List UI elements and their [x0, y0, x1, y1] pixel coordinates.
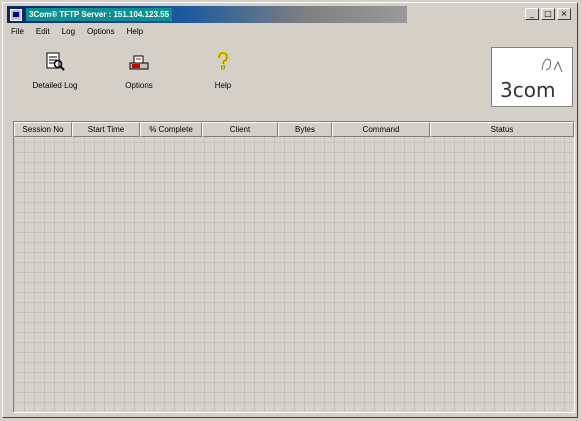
detailed-log-icon: [44, 51, 66, 73]
col-command[interactable]: Command: [332, 122, 430, 137]
logo-text: 3com: [500, 78, 556, 102]
window-title: 3Com® TFTP Server : 151.104.123.55: [26, 8, 173, 21]
help-icon: [212, 51, 234, 73]
minimize-button[interactable]: _: [525, 8, 539, 20]
help-label: Help: [214, 81, 232, 90]
title-bar[interactable]: 3Com® TFTP Server : 151.104.123.55: [7, 6, 407, 23]
toolbar: Detailed Log Options Help: [13, 51, 265, 103]
col-client[interactable]: Client: [202, 122, 278, 137]
detailed-log-label: Detailed Log: [32, 81, 78, 90]
menu-edit[interactable]: Edit: [36, 27, 50, 36]
menu-bar: File Edit Log Options Help: [11, 27, 143, 36]
menu-help[interactable]: Help: [127, 27, 143, 36]
col-status[interactable]: Status: [430, 122, 574, 137]
maximize-button[interactable]: □: [541, 8, 555, 20]
main-window: 3Com® TFTP Server : 151.104.123.55 _ □ ×…: [2, 2, 578, 418]
options-label: Options: [125, 81, 153, 90]
menu-log[interactable]: Log: [62, 27, 75, 36]
menu-options[interactable]: Options: [87, 27, 115, 36]
options-button[interactable]: Options: [97, 51, 181, 103]
col-start-time[interactable]: Start Time: [72, 122, 140, 137]
window-controls: _ □ ×: [525, 8, 571, 20]
logo-swirl-icon: [541, 58, 563, 73]
col-bytes[interactable]: Bytes: [278, 122, 332, 137]
col-session-no[interactable]: Session No: [14, 122, 72, 137]
3com-logo: 3com: [491, 47, 573, 107]
col-percent-complete[interactable]: % Complete: [140, 122, 202, 137]
app-icon: [10, 8, 22, 21]
table-header: Session No Start Time % Complete Client …: [14, 122, 574, 137]
help-button[interactable]: Help: [181, 51, 265, 103]
session-table[interactable]: Session No Start Time % Complete Client …: [13, 121, 575, 413]
close-button[interactable]: ×: [557, 8, 571, 20]
options-icon: [128, 51, 150, 73]
detailed-log-button[interactable]: Detailed Log: [13, 51, 97, 103]
menu-file[interactable]: File: [11, 27, 24, 36]
